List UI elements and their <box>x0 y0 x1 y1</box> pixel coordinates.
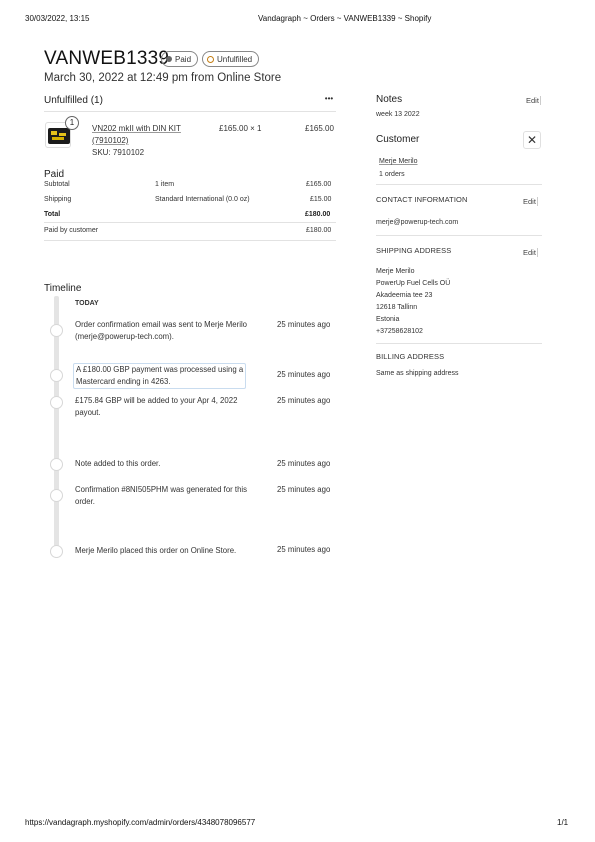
product-line-total: £165.00 <box>305 124 334 133</box>
timeline-dot-icon <box>50 458 63 471</box>
print-url: https://vandagraph.myshopify.com/admin/o… <box>25 818 256 827</box>
timeline-dot-icon <box>50 545 63 558</box>
notes-edit-button[interactable]: Edit <box>526 96 541 105</box>
shipping-amount: £15.00 <box>310 196 332 203</box>
print-datetime: 30/03/2022, 13:15 <box>25 14 90 23</box>
timeline-event-text: Merje Merilo placed this order on Online… <box>75 546 237 555</box>
subtotal-detail: 1 item <box>155 181 175 188</box>
contact-info-title: CONTACT INFORMATION <box>376 195 468 204</box>
timeline-dot-icon <box>50 369 63 382</box>
timeline-dot-icon <box>50 324 63 337</box>
timeline-event-email: Order confirmation email was sent to Mer… <box>75 319 247 343</box>
shipping-line: Estonia <box>376 316 400 323</box>
timeline-event-text: Mastercard ending in 4263. <box>76 377 171 386</box>
timeline-event-text: Order confirmation email was sent to Mer… <box>75 320 248 329</box>
paid-title: Paid <box>44 169 65 180</box>
billing-address-title: BILLING ADDRESS <box>376 352 445 361</box>
shipping-phone: +37258628102 <box>376 328 423 335</box>
product-variant-link[interactable]: (7910102) <box>92 136 128 145</box>
timeline-event-payment[interactable]: A £180.00 GBP payment was processed usin… <box>73 363 247 389</box>
timeline-event-confirmation: Confirmation #8NI505PHM was generated fo… <box>75 484 247 508</box>
shipping-edit-button[interactable]: Edit <box>523 248 538 257</box>
customer-email[interactable]: merje@powerup-tech.com <box>376 219 458 226</box>
customer-title: Customer <box>376 134 420 145</box>
timeline-event-note: Note added to this order. <box>75 458 160 470</box>
timeline-event-text: £175.84 GBP will be added to your Apr 4,… <box>75 396 238 405</box>
order-subtitle: March 30, 2022 at 12:49 pm from Online S… <box>44 72 282 84</box>
timeline-dot-icon <box>50 489 63 502</box>
unfulfilled-dot-icon <box>207 55 214 63</box>
paid-by-customer-amount: £180.00 <box>306 227 332 234</box>
customer-orders-count: 1 orders <box>379 171 405 178</box>
timeline-today: TODAY <box>75 300 99 307</box>
customer-name-link[interactable]: Merje Merilo <box>379 158 418 165</box>
timeline-event-text: (merje@powerup-tech.com). <box>75 332 174 341</box>
order-number: VANWEB1339 <box>44 48 170 69</box>
product-name-link[interactable]: VN202 mkII with DIN KIT <box>92 124 181 133</box>
subtotal-label: Subtotal <box>44 181 70 188</box>
timeline-dot-icon <box>50 396 63 409</box>
timeline-event-text: payout. <box>75 408 101 417</box>
timeline-event-time: 25 minutes ago <box>277 485 331 494</box>
unfulfilled-badge: Unfulfilled <box>202 51 260 67</box>
unfulfilled-badge-label: Unfulfilled <box>217 54 253 64</box>
paid-by-customer-label: Paid by customer <box>44 227 99 234</box>
subtotal-amount: £165.00 <box>306 181 332 188</box>
shipping-address-title: SHIPPING ADDRESS <box>376 246 452 255</box>
shipping-line: 12618 Tallinn <box>376 304 418 311</box>
paid-badge: Paid <box>161 51 199 67</box>
timeline-event-payout: £175.84 GBP will be added to your Apr 4,… <box>75 395 237 419</box>
timeline-event-text: order. <box>75 497 95 506</box>
paid-badge-label: Paid <box>175 54 192 64</box>
timeline-event-text: Note added to this order. <box>75 459 161 468</box>
paid-dot-icon <box>166 56 172 62</box>
shipping-detail: Standard International (0.0 oz) <box>155 196 250 203</box>
unfulfilled-title: Unfulfilled (1) <box>44 95 103 106</box>
timeline-event-text: A £180.00 GBP payment was processed usin… <box>76 365 244 374</box>
timeline-event-time: 25 minutes ago <box>277 545 331 554</box>
timeline-event-time: 25 minutes ago <box>277 459 331 468</box>
timeline-event-time: 25 minutes ago <box>277 320 331 329</box>
print-page-number: 1/1 <box>557 818 569 827</box>
print-page-title: Vandagraph ~ Orders ~ VANWEB1339 ~ Shopi… <box>258 14 432 23</box>
timeline-event-time: 25 minutes ago <box>277 370 331 379</box>
shipping-line: Akadeemia tee 23 <box>376 292 433 299</box>
notes-title: Notes <box>376 94 403 105</box>
close-icon[interactable]: ✕ <box>523 131 541 149</box>
shipping-line: PowerUp Fuel Cells OÜ <box>376 280 451 287</box>
timeline-title: Timeline <box>44 283 82 294</box>
total-amount: £180.00 <box>305 211 331 218</box>
notes-text: week 13 2022 <box>376 111 420 118</box>
quantity-badge: 1 <box>65 116 79 130</box>
timeline-event-placed: Merje Merilo placed this order on Online… <box>75 545 236 557</box>
product-unit-price: £165.00 × 1 <box>219 124 262 133</box>
shipping-label: Shipping <box>44 196 72 203</box>
total-label: Total <box>44 211 61 218</box>
contact-edit-button[interactable]: Edit <box>523 197 538 206</box>
product-sku: SKU: 7910102 <box>92 148 145 157</box>
shipping-line: Merje Merilo <box>376 268 415 275</box>
more-actions-button[interactable]: ••• <box>321 92 337 106</box>
timeline-event-time: 25 minutes ago <box>277 396 331 405</box>
billing-address-text: Same as shipping address <box>376 370 459 377</box>
timeline-event-text: Confirmation #8NI505PHM was generated fo… <box>75 485 248 494</box>
